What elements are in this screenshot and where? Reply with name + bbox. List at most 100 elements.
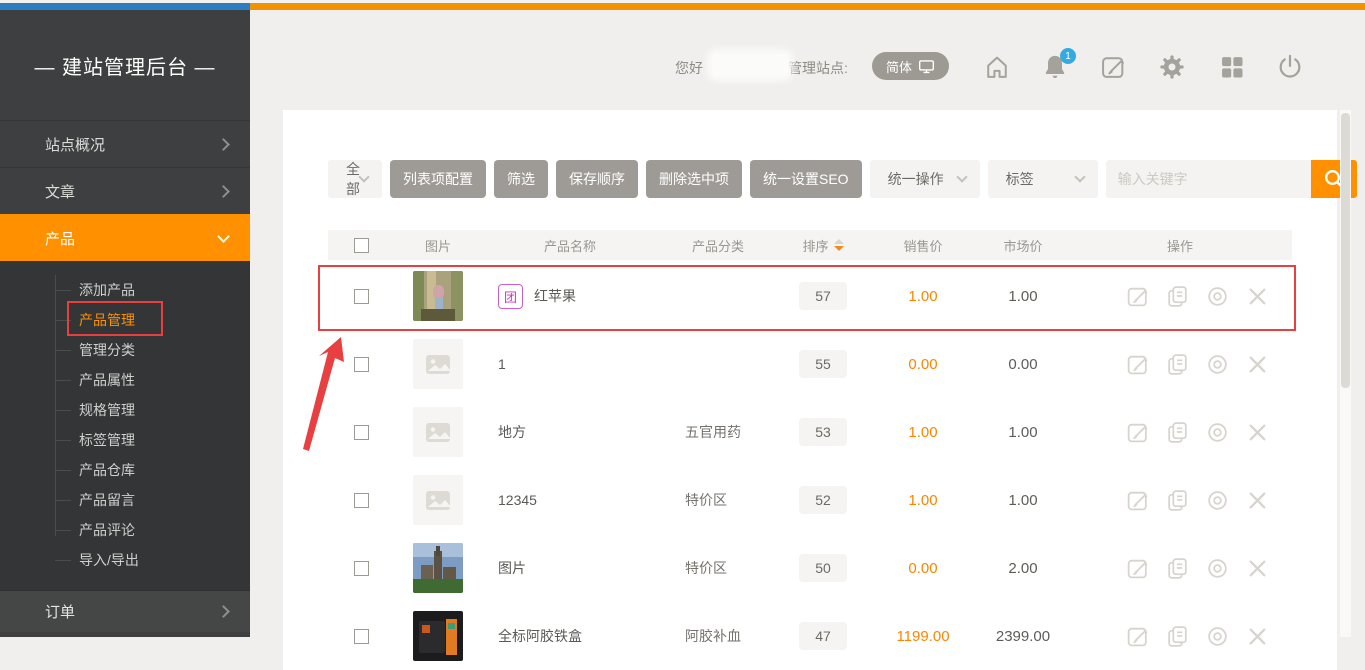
row-checkbox[interactable] [354,493,369,508]
row-view-icon[interactable] [1205,488,1230,513]
grid-icon[interactable] [1218,53,1246,81]
edit-icon[interactable] [1099,53,1127,81]
row-copy-icon[interactable] [1165,352,1190,377]
sidebar-subitem[interactable]: 添加产品 [0,275,250,305]
toolbar-button[interactable]: 筛选 [494,160,548,198]
sidebar-item[interactable]: 文章 [0,167,250,214]
main-accent-strip [250,3,1365,10]
toolbar-button[interactable]: 列表项配置 [390,160,486,198]
row-view-icon[interactable] [1205,284,1230,309]
row-delete-icon[interactable] [1245,624,1270,649]
group-buy-badge: 团 [498,284,523,309]
row-delete-icon[interactable] [1245,488,1270,513]
gear-icon[interactable] [1158,53,1186,81]
row-checkbox[interactable] [354,629,369,644]
market-price: 1.00 [978,424,1068,441]
sidebar-subitem[interactable]: 产品留言 [0,485,250,515]
sort-value[interactable]: 55 [799,350,847,378]
toolbar-button[interactable]: 统一设置SEO [750,160,862,198]
row-checkbox[interactable] [354,425,369,440]
table-row: 地方 五官用药 53 1.00 1.00 [328,398,1292,466]
product-category: 特价区 [658,558,778,578]
table-row: 图片 特价区 50 0.00 2.00 [328,534,1292,602]
row-delete-icon[interactable] [1245,556,1270,581]
row-copy-icon[interactable] [1165,556,1190,581]
row-edit-icon[interactable] [1125,284,1150,309]
row-delete-icon[interactable] [1245,420,1270,445]
toolbar: 全部 列表项配置筛选保存顺序删除选中项统一设置SEO 统一操作 标签 [328,160,1292,198]
chevron-down-icon [956,171,967,182]
sidebar-subitem-label: 产品留言 [79,490,135,510]
col-sort[interactable]: 排序 [778,236,868,255]
sidebar-subitem[interactable]: 产品评论 [0,515,250,545]
sidebar-subitem[interactable]: 产品仓库 [0,455,250,485]
product-name: 图片 [498,558,526,578]
row-checkbox[interactable] [354,357,369,372]
sidebar-subitem[interactable]: 导入/导出 [0,545,250,575]
sort-value[interactable]: 52 [799,486,847,514]
row-copy-icon[interactable] [1165,488,1190,513]
product-category: 五官用药 [658,422,778,442]
market-price: 2399.00 [978,628,1068,645]
search-input[interactable] [1106,160,1311,198]
toolbar-button[interactable]: 删除选中项 [646,160,742,198]
row-delete-icon[interactable] [1245,284,1270,309]
table-row: 团 红苹果 57 1.00 1.00 [328,262,1292,330]
scrollbar-thumb[interactable] [1341,113,1350,388]
toolbar-button[interactable]: 保存顺序 [556,160,638,198]
sidebar-subitem[interactable]: 标签管理 [0,425,250,455]
sidebar-item-label: 产品 [45,228,219,249]
row-view-icon[interactable] [1205,420,1230,445]
row-checkbox[interactable] [354,561,369,576]
sidebar-item[interactable]: 站点概况 [0,120,250,167]
row-edit-icon[interactable] [1125,624,1150,649]
sale-price: 0.00 [868,560,978,577]
product-name: 地方 [498,422,526,442]
row-checkbox[interactable] [354,289,369,304]
sidebar-item[interactable]: 产品 [0,214,250,261]
sort-value[interactable]: 50 [799,554,847,582]
row-copy-icon[interactable] [1165,420,1190,445]
language-pill[interactable]: 简体 [872,52,949,80]
product-thumbnail [413,475,463,525]
row-view-icon[interactable] [1205,352,1230,377]
market-price: 1.00 [978,288,1068,305]
row-edit-icon[interactable] [1125,420,1150,445]
table-row: 全标阿胶铁盒 阿胶补血 47 1199.00 2399.00 [328,602,1292,670]
toolbar-dropdown[interactable]: 标签 [988,160,1098,198]
product-thumbnail [413,407,463,457]
row-edit-icon[interactable] [1125,488,1150,513]
sort-value[interactable]: 57 [799,282,847,310]
row-edit-icon[interactable] [1125,352,1150,377]
row-edit-icon[interactable] [1125,556,1150,581]
sidebar-menu: 站点概况 文章 产品 [0,120,250,261]
toolbar-dropdown[interactable]: 统一操作 [870,160,980,198]
sidebar-subitem[interactable]: 产品管理 [0,305,250,335]
sidebar-subitem[interactable]: 管理分类 [0,335,250,365]
row-view-icon[interactable] [1205,556,1230,581]
home-icon[interactable] [983,53,1011,81]
sidebar-subitem[interactable]: 产品属性 [0,365,250,395]
bell-icon[interactable]: 1 [1041,53,1069,81]
sidebar-subitem-label: 标签管理 [79,430,135,450]
row-view-icon[interactable] [1205,624,1230,649]
vertical-scrollbar[interactable] [1340,110,1351,637]
power-icon[interactable] [1276,53,1304,81]
select-all-checkbox[interactable] [354,238,369,253]
col-market-price: 市场价 [978,236,1068,255]
filter-all-dropdown[interactable]: 全部 [328,160,382,198]
filter-all-label: 全部 [346,159,360,199]
sidebar-item-orders[interactable]: 订单 [0,590,250,632]
sort-value[interactable]: 53 [799,418,847,446]
redacted-username [712,54,788,76]
sidebar-subitem[interactable]: 规格管理 [0,395,250,425]
sidebar-subitem-label: 添加产品 [79,280,135,300]
row-delete-icon[interactable] [1245,352,1270,377]
sort-arrows-icon[interactable] [834,239,844,251]
sidebar-subitem-label: 产品管理 [79,310,135,330]
row-copy-icon[interactable] [1165,284,1190,309]
sidebar-item-label: 订单 [45,601,219,622]
app-title: — 建站管理后台 — [0,10,250,120]
row-copy-icon[interactable] [1165,624,1190,649]
sort-value[interactable]: 47 [799,622,847,650]
